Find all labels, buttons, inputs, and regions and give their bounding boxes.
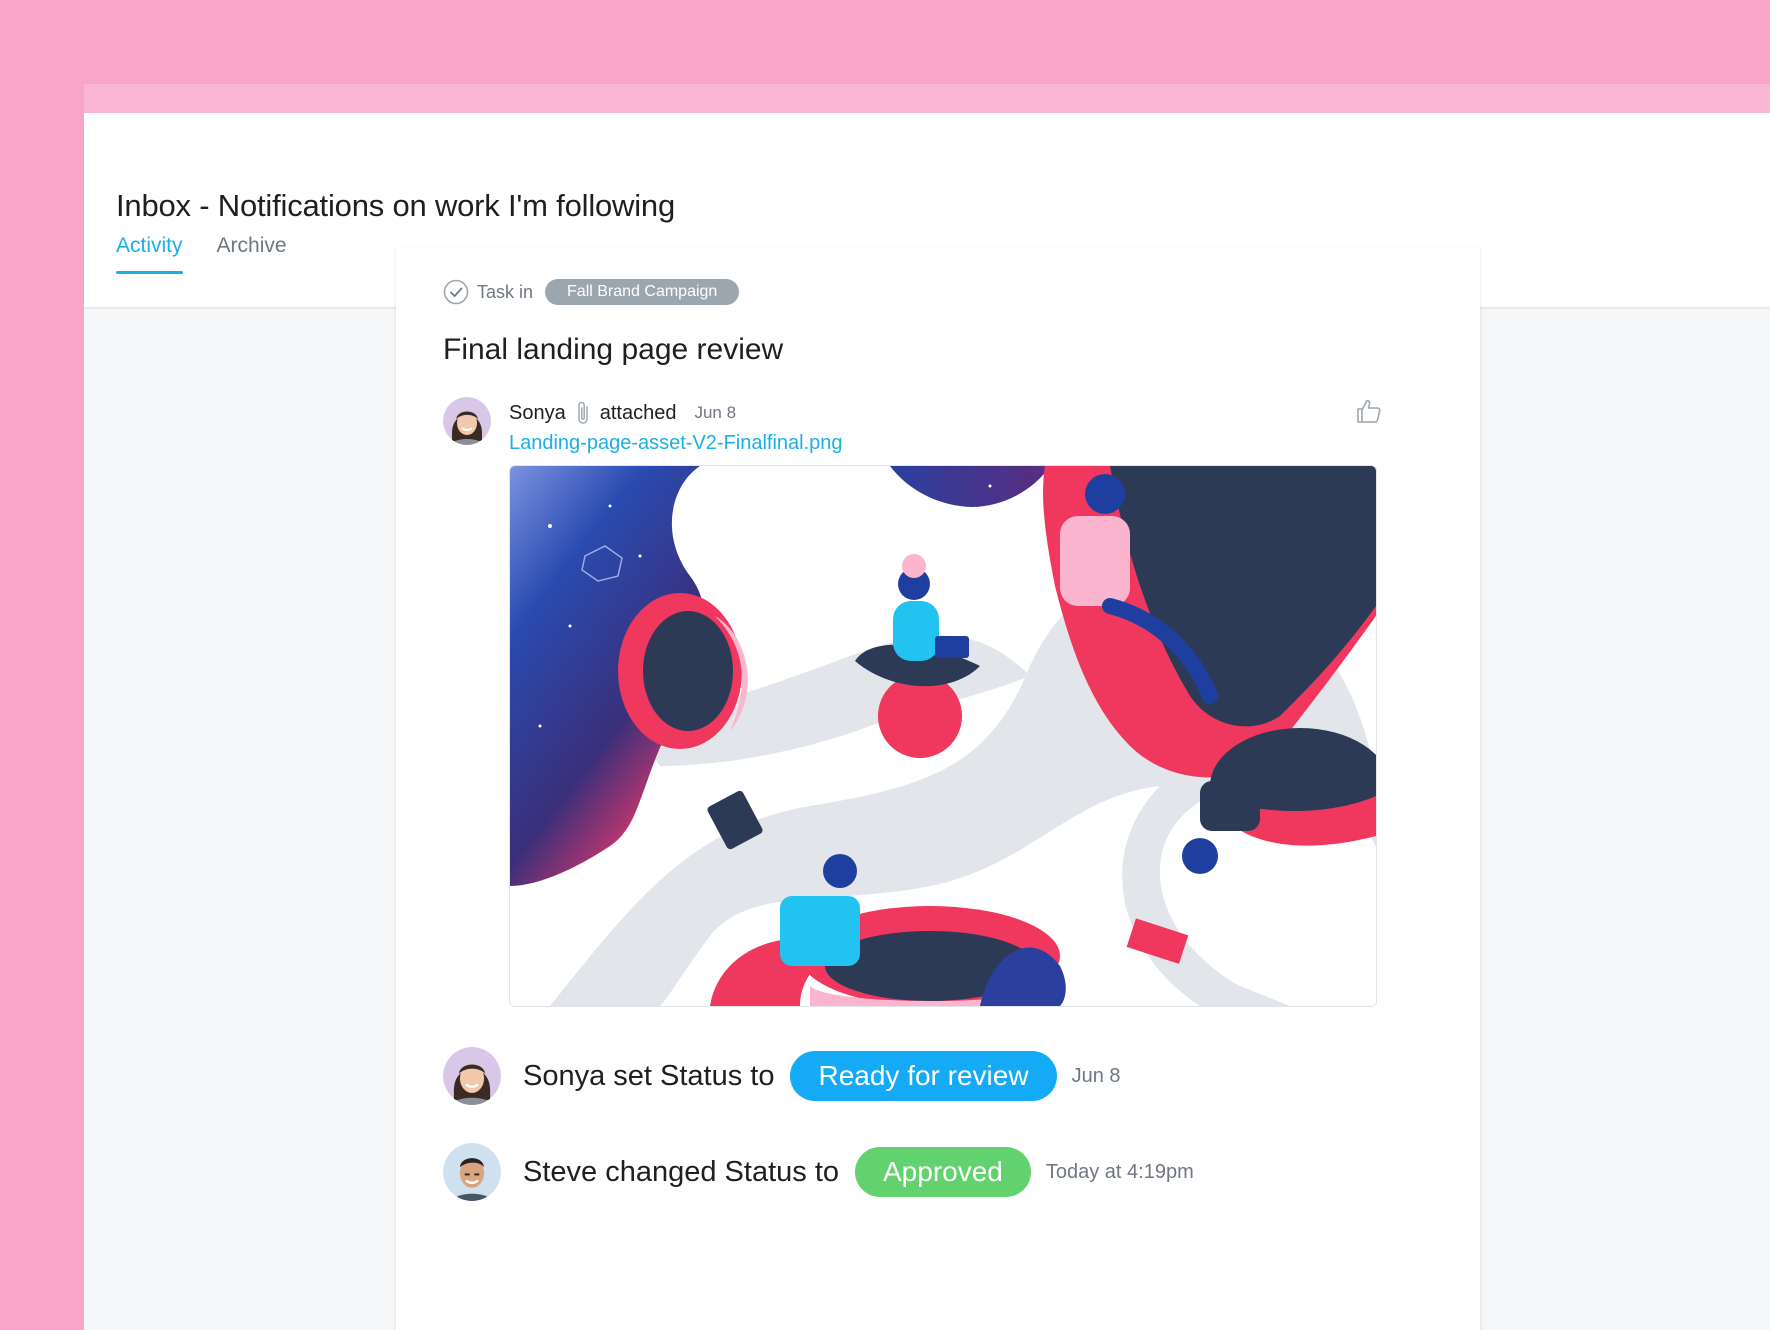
status-story-1: Sonya set Status to Ready for review Jun… — [443, 1047, 1121, 1105]
status-pill-ready-for-review[interactable]: Ready for review — [790, 1051, 1057, 1101]
status-story-text: Steve changed Status to — [523, 1155, 839, 1188]
attachment-story: Sonya attached Jun 8 — [509, 400, 736, 426]
attachment-file-link[interactable]: Landing-page-asset-V2-Finalfinal.png — [509, 432, 843, 455]
status-story-date: Today at 4:19pm — [1045, 1160, 1194, 1183]
page-title: Inbox - Notifications on work I'm follow… — [116, 188, 675, 223]
task-title[interactable]: Final landing page review — [443, 333, 783, 367]
notification-card: Task in Fall Brand Campaign Final landin… — [396, 247, 1480, 1330]
thumbs-up-icon[interactable] — [1355, 397, 1383, 425]
app-window: Inbox - Notifications on work I'm follow… — [84, 84, 1770, 1330]
window-topbar — [84, 84, 1770, 113]
status-story-date: Jun 8 — [1071, 1064, 1121, 1087]
story-date: Jun 8 — [694, 403, 737, 422]
story-action: attached — [599, 401, 677, 424]
avatar[interactable] — [443, 397, 491, 445]
inbox-tabs: Activity Archive — [116, 234, 287, 274]
story-user-name[interactable]: Sonya — [509, 402, 566, 425]
project-pill[interactable]: Fall Brand Campaign — [545, 279, 740, 305]
tab-archive[interactable]: Archive — [217, 234, 287, 272]
status-story-2: Steve changed Status to Approved Today a… — [443, 1143, 1194, 1201]
status-story-text: Sonya set Status to — [523, 1059, 775, 1092]
attachment-preview-image[interactable] — [509, 465, 1377, 1007]
avatar[interactable] — [443, 1047, 501, 1105]
task-in-label: Task in — [477, 281, 534, 302]
status-pill-approved[interactable]: Approved — [855, 1147, 1031, 1197]
task-meta: Task in Fall Brand Campaign — [443, 279, 740, 305]
tab-activity[interactable]: Activity — [116, 234, 183, 274]
check-circle-icon[interactable] — [443, 279, 469, 305]
avatar[interactable] — [443, 1143, 501, 1201]
paperclip-icon — [576, 400, 590, 426]
